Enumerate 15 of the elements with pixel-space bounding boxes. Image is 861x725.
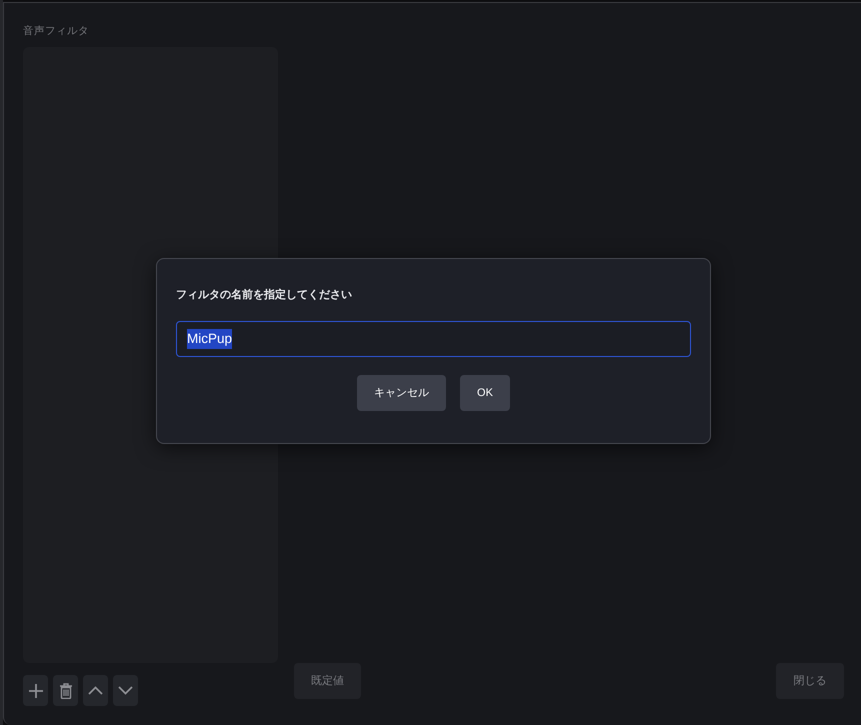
dialog-button[interactable]: キャンセル	[357, 375, 446, 411]
dialog-button[interactable]: OK	[460, 375, 510, 411]
plus-icon	[28, 684, 42, 698]
trash-icon	[58, 682, 72, 698]
dialog-prompt: フィルタの名前を指定してください	[176, 288, 353, 302]
add-button[interactable]	[23, 675, 48, 706]
name-input-field[interactable]: MicPup	[176, 321, 691, 357]
defaults-button[interactable]: 既定値	[294, 663, 361, 699]
chevron-up-icon	[88, 686, 103, 695]
close-button[interactable]: 閉じる	[776, 663, 844, 699]
chevron-down-icon	[118, 686, 133, 695]
delete-button[interactable]	[53, 675, 78, 706]
section-label: 音声フィルタ	[23, 25, 90, 37]
move-down-button[interactable]	[113, 675, 138, 706]
move-up-button[interactable]	[83, 675, 108, 706]
